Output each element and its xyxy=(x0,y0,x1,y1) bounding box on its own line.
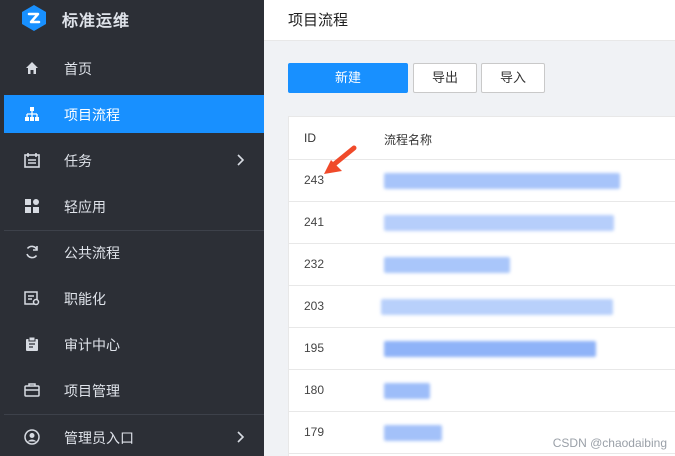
new-button[interactable]: 新建 xyxy=(288,63,408,93)
sidebar-item-label: 项目管理 xyxy=(64,383,120,399)
page-header: 项目流程 xyxy=(264,0,675,40)
table-row[interactable]: 241 xyxy=(289,201,675,244)
row-id: 195 xyxy=(304,341,325,355)
sidebar: 标准运维 首页 项目流程 任务 轻应用 公共流程 职能化 审计中心 项目管理 管… xyxy=(0,0,264,456)
redacted-flow-name[interactable] xyxy=(384,341,596,357)
redacted-flow-name[interactable] xyxy=(384,383,430,399)
annotation-arrow-icon xyxy=(324,145,357,174)
sidebar-item-label: 首页 xyxy=(64,61,92,77)
row-id: 180 xyxy=(304,383,325,397)
row-id: 179 xyxy=(304,425,325,439)
table-row[interactable]: 180 xyxy=(289,369,675,412)
redacted-flow-name[interactable] xyxy=(381,299,613,315)
watermark: CSDN @chaodaibing xyxy=(552,436,667,450)
sidebar-item-tasks[interactable]: 任务 xyxy=(4,141,264,179)
functional-icon xyxy=(24,291,40,306)
column-header-name[interactable]: 流程名称 xyxy=(384,131,432,148)
sidebar-divider xyxy=(4,414,264,415)
export-button[interactable]: 导出 xyxy=(413,63,477,93)
sidebar-item-label: 职能化 xyxy=(64,291,106,307)
brand[interactable]: 标准运维 xyxy=(0,0,264,40)
briefcase-icon xyxy=(24,383,40,397)
sidebar-item-light-app[interactable]: 轻应用 xyxy=(4,187,264,225)
redacted-flow-name[interactable] xyxy=(384,173,620,189)
sidebar-item-label: 项目流程 xyxy=(64,107,120,123)
row-id: 241 xyxy=(304,215,325,229)
table-row[interactable]: 203 xyxy=(289,285,675,328)
brand-name: 标准运维 xyxy=(62,13,131,30)
sidebar-item-public-flow[interactable]: 公共流程 xyxy=(4,233,264,271)
redacted-flow-name[interactable] xyxy=(384,257,510,273)
import-button[interactable]: 导入 xyxy=(481,63,545,93)
user-circle-icon xyxy=(24,429,40,445)
sidebar-item-label: 任务 xyxy=(64,153,92,169)
task-list-icon xyxy=(24,153,40,168)
sidebar-item-audit[interactable]: 审计中心 xyxy=(4,325,264,363)
sidebar-divider xyxy=(4,230,264,231)
header-divider xyxy=(264,40,675,41)
page-title: 项目流程 xyxy=(288,12,349,29)
sidebar-item-label: 管理员入口 xyxy=(64,430,134,446)
sidebar-item-functional[interactable]: 职能化 xyxy=(4,279,264,317)
app-grid-icon xyxy=(25,199,39,213)
sidebar-item-project-manage[interactable]: 项目管理 xyxy=(4,371,264,409)
clipboard-icon xyxy=(26,336,38,351)
sidebar-item-label: 轻应用 xyxy=(64,199,106,215)
column-header-id[interactable]: ID xyxy=(304,131,316,145)
row-id: 203 xyxy=(304,299,325,313)
sidebar-item-project-flow[interactable]: 项目流程 xyxy=(4,95,264,133)
app-logo-icon xyxy=(22,5,46,31)
chevron-right-icon xyxy=(237,431,245,443)
sidebar-item-home[interactable]: 首页 xyxy=(4,49,264,87)
chevron-right-icon xyxy=(237,154,245,166)
home-icon xyxy=(26,62,38,74)
sidebar-item-label: 公共流程 xyxy=(64,245,120,261)
sidebar-item-label: 审计中心 xyxy=(64,337,120,353)
sync-icon xyxy=(26,245,38,259)
org-chart-icon xyxy=(25,107,39,121)
redacted-flow-name[interactable] xyxy=(384,215,614,231)
sidebar-item-admin[interactable]: 管理员入口 xyxy=(4,418,264,456)
row-id: 232 xyxy=(304,257,325,271)
table-row[interactable]: 232 xyxy=(289,243,675,286)
table-row[interactable]: 195 xyxy=(289,327,675,370)
redacted-flow-name[interactable] xyxy=(384,425,442,441)
